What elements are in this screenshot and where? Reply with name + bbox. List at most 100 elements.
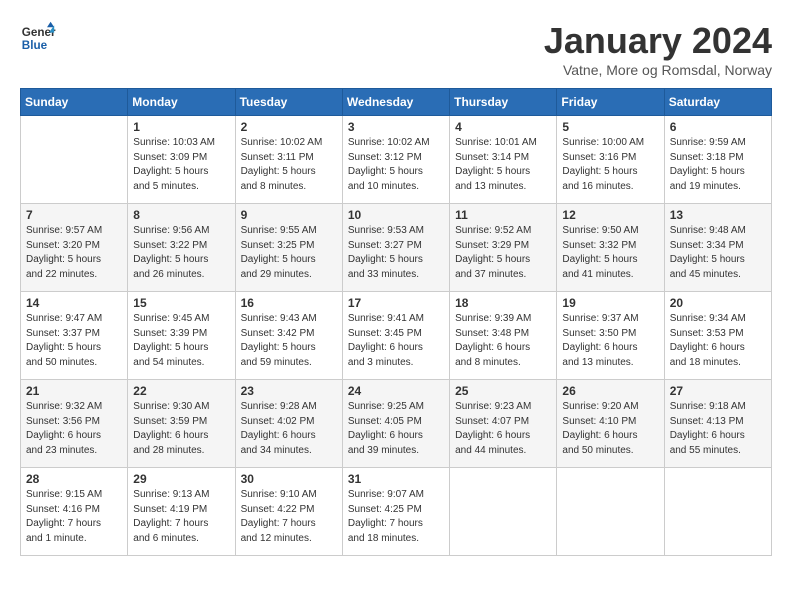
day-info: Sunrise: 9:43 AMSunset: 3:42 PMDaylight:… [241, 312, 337, 370]
day-number: 16 [241, 296, 337, 310]
weekday-header: Friday [557, 89, 664, 116]
month-title: January 2024 [544, 20, 772, 62]
day-number: 28 [26, 472, 122, 486]
svg-text:General: General [22, 26, 56, 39]
calendar-cell: 30 Sunrise: 9:10 AMSunset: 4:22 PMDayligh… [235, 468, 342, 556]
day-info: Sunrise: 9:39 AMSunset: 3:48 PMDaylight:… [455, 312, 551, 370]
logo-icon: General Blue [20, 20, 56, 56]
calendar-cell: 24 Sunrise: 9:25 AMSunset: 4:05 PMDayligh… [342, 380, 449, 468]
day-info: Sunrise: 9:20 AMSunset: 4:10 PMDaylight:… [562, 400, 658, 458]
day-number: 18 [455, 296, 551, 310]
weekday-header: Sunday [21, 89, 128, 116]
calendar-cell: 31 Sunrise: 9:07 AMSunset: 4:25 PMDayligh… [342, 468, 449, 556]
day-number: 26 [562, 384, 658, 398]
calendar-cell: 9 Sunrise: 9:55 AMSunset: 3:25 PMDaylight… [235, 204, 342, 292]
calendar-cell: 4 Sunrise: 10:01 AMSunset: 3:14 PMDayligh… [450, 116, 557, 204]
day-number: 7 [26, 208, 122, 222]
weekday-header-row: SundayMondayTuesdayWednesdayThursdayFrid… [21, 89, 772, 116]
day-number: 13 [670, 208, 766, 222]
day-info: Sunrise: 9:13 AMSunset: 4:19 PMDaylight:… [133, 488, 229, 546]
day-info: Sunrise: 10:01 AMSunset: 3:14 PMDaylight… [455, 136, 551, 194]
day-info: Sunrise: 9:34 AMSunset: 3:53 PMDaylight:… [670, 312, 766, 370]
day-number: 11 [455, 208, 551, 222]
calendar-cell: 2 Sunrise: 10:02 AMSunset: 3:11 PMDayligh… [235, 116, 342, 204]
day-number: 25 [455, 384, 551, 398]
day-info: Sunrise: 9:56 AMSunset: 3:22 PMDaylight:… [133, 224, 229, 282]
day-number: 4 [455, 120, 551, 134]
calendar-cell: 19Sunrise: 9:37 AMSunset: 3:50 PMDayligh… [557, 292, 664, 380]
day-info: Sunrise: 9:07 AMSunset: 4:25 PMDaylight:… [348, 488, 444, 546]
day-info: Sunrise: 9:18 AMSunset: 4:13 PMDaylight:… [670, 400, 766, 458]
calendar-cell: 21Sunrise: 9:32 AMSunset: 3:56 PMDayligh… [21, 380, 128, 468]
calendar-cell: 23 Sunrise: 9:28 AMSunset: 4:02 PMDayligh… [235, 380, 342, 468]
day-number: 9 [241, 208, 337, 222]
day-info: Sunrise: 9:28 AMSunset: 4:02 PMDaylight:… [241, 400, 337, 458]
day-info: Sunrise: 10:02 AMSunset: 3:11 PMDaylight… [241, 136, 337, 194]
calendar-cell: 1 Sunrise: 10:03 AMSunset: 3:09 PMDayligh… [128, 116, 235, 204]
day-info: Sunrise: 9:50 AMSunset: 3:32 PMDaylight:… [562, 224, 658, 282]
calendar-cell: 28 Sunrise: 9:15 AMSunset: 4:16 PMDayligh… [21, 468, 128, 556]
calendar-cell: 7 Sunrise: 9:57 AMSunset: 3:20 PMDaylight… [21, 204, 128, 292]
day-number: 27 [670, 384, 766, 398]
weekday-header: Tuesday [235, 89, 342, 116]
day-info: Sunrise: 10:03 AMSunset: 3:09 PMDaylight… [133, 136, 229, 194]
day-info: Sunrise: 9:25 AMSunset: 4:05 PMDaylight:… [348, 400, 444, 458]
day-info: Sunrise: 9:41 AMSunset: 3:45 PMDaylight:… [348, 312, 444, 370]
day-number: 24 [348, 384, 444, 398]
day-number: 8 [133, 208, 229, 222]
calendar-cell: 10Sunrise: 9:53 AMSunset: 3:27 PMDayligh… [342, 204, 449, 292]
day-info: Sunrise: 9:52 AMSunset: 3:29 PMDaylight:… [455, 224, 551, 282]
calendar-cell: 3 Sunrise: 10:02 AMSunset: 3:12 PMDayligh… [342, 116, 449, 204]
day-number: 22 [133, 384, 229, 398]
day-info: Sunrise: 9:57 AMSunset: 3:20 PMDaylight:… [26, 224, 122, 282]
day-info: Sunrise: 9:55 AMSunset: 3:25 PMDaylight:… [241, 224, 337, 282]
calendar-week-row: 21Sunrise: 9:32 AMSunset: 3:56 PMDayligh… [21, 380, 772, 468]
calendar-cell: 13 Sunrise: 9:48 AMSunset: 3:34 PMDayligh… [664, 204, 771, 292]
weekday-header: Monday [128, 89, 235, 116]
calendar-cell: 26 Sunrise: 9:20 AMSunset: 4:10 PMDayligh… [557, 380, 664, 468]
day-number: 14 [26, 296, 122, 310]
day-number: 2 [241, 120, 337, 134]
calendar-cell: 11 Sunrise: 9:52 AMSunset: 3:29 PMDayligh… [450, 204, 557, 292]
page-header: General Blue January 2024 Vatne, More og… [20, 20, 772, 78]
calendar-cell [557, 468, 664, 556]
day-info: Sunrise: 9:10 AMSunset: 4:22 PMDaylight:… [241, 488, 337, 546]
day-info: Sunrise: 9:48 AMSunset: 3:34 PMDaylight:… [670, 224, 766, 282]
day-info: Sunrise: 9:32 AMSunset: 3:56 PMDaylight:… [26, 400, 122, 458]
calendar-cell [664, 468, 771, 556]
weekday-header: Wednesday [342, 89, 449, 116]
day-number: 10 [348, 208, 444, 222]
location-subtitle: Vatne, More og Romsdal, Norway [544, 62, 772, 78]
calendar-cell: 25 Sunrise: 9:23 AMSunset: 4:07 PMDayligh… [450, 380, 557, 468]
calendar-week-row: 7 Sunrise: 9:57 AMSunset: 3:20 PMDaylight… [21, 204, 772, 292]
day-number: 15 [133, 296, 229, 310]
day-number: 1 [133, 120, 229, 134]
day-info: Sunrise: 9:45 AMSunset: 3:39 PMDaylight:… [133, 312, 229, 370]
calendar-cell: 17 Sunrise: 9:41 AMSunset: 3:45 PMDayligh… [342, 292, 449, 380]
calendar-cell: 22Sunrise: 9:30 AMSunset: 3:59 PMDayligh… [128, 380, 235, 468]
day-info: Sunrise: 10:02 AMSunset: 3:12 PMDaylight… [348, 136, 444, 194]
calendar-cell [450, 468, 557, 556]
weekday-header: Thursday [450, 89, 557, 116]
calendar-week-row: 1 Sunrise: 10:03 AMSunset: 3:09 PMDayligh… [21, 116, 772, 204]
calendar-cell: 12Sunrise: 9:50 AMSunset: 3:32 PMDayligh… [557, 204, 664, 292]
calendar-cell: 16 Sunrise: 9:43 AMSunset: 3:42 PMDayligh… [235, 292, 342, 380]
day-number: 29 [133, 472, 229, 486]
calendar-cell: 27 Sunrise: 9:18 AMSunset: 4:13 PMDayligh… [664, 380, 771, 468]
calendar-cell: 6Sunrise: 9:59 AMSunset: 3:18 PMDaylight… [664, 116, 771, 204]
day-info: Sunrise: 9:23 AMSunset: 4:07 PMDaylight:… [455, 400, 551, 458]
day-number: 30 [241, 472, 337, 486]
calendar-cell: 20 Sunrise: 9:34 AMSunset: 3:53 PMDayligh… [664, 292, 771, 380]
day-info: Sunrise: 9:15 AMSunset: 4:16 PMDaylight:… [26, 488, 122, 546]
day-number: 31 [348, 472, 444, 486]
day-number: 17 [348, 296, 444, 310]
day-number: 20 [670, 296, 766, 310]
day-number: 23 [241, 384, 337, 398]
day-number: 3 [348, 120, 444, 134]
day-number: 5 [562, 120, 658, 134]
calendar-cell [21, 116, 128, 204]
logo: General Blue [20, 20, 56, 56]
svg-text:Blue: Blue [22, 39, 48, 52]
calendar-week-row: 14Sunrise: 9:47 AMSunset: 3:37 PMDayligh… [21, 292, 772, 380]
calendar-cell: 5Sunrise: 10:00 AMSunset: 3:16 PMDayligh… [557, 116, 664, 204]
